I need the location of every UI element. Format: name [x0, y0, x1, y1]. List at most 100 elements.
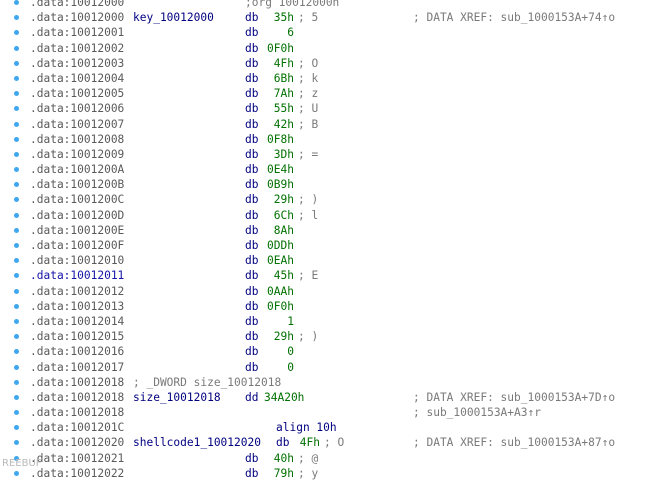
address[interactable]: .data:10012014	[30, 314, 124, 329]
address[interactable]: .data:10012018	[30, 405, 124, 420]
breakpoint-dot-icon[interactable]	[14, 334, 19, 340]
address[interactable]: .data:1001201C	[30, 420, 124, 435]
breakpoint-dot-icon[interactable]	[14, 258, 19, 264]
operand[interactable]: 0EAh	[267, 253, 294, 268]
listing-line[interactable]: .data:10012011 db 45h ; E	[0, 268, 661, 283]
listing-line[interactable]: .data:10012014 db 1	[0, 314, 661, 329]
address[interactable]: .data:10012002	[30, 41, 124, 56]
listing-line[interactable]: .data:10012003 db 4Fh ; O	[0, 56, 661, 71]
listing-line[interactable]: .data:10012020 shellcode1_10012020 db 4Fh ; …	[0, 435, 661, 450]
listing-line[interactable]: .data:10012009 db 3Dh ; =	[0, 147, 661, 162]
listing-line[interactable]: .data:1001200D db 6Ch ; l	[0, 208, 661, 223]
data-label[interactable]: size_10012018	[133, 390, 221, 405]
listing-line[interactable]: .data:1001200B db 0B9h	[0, 177, 661, 192]
breakpoint-dot-icon[interactable]	[14, 470, 19, 476]
breakpoint-dot-icon[interactable]	[14, 410, 19, 416]
listing-line[interactable]: .data:10012015 db 29h ; )	[0, 329, 661, 344]
operand[interactable]: 55h	[274, 101, 294, 116]
breakpoint-dot-icon[interactable]	[14, 243, 19, 248]
address[interactable]: .data:10012012	[30, 284, 124, 299]
data-label[interactable]: key_10012000	[133, 10, 214, 25]
breakpoint-dot-icon[interactable]	[14, 75, 19, 81]
listing-line[interactable]: .data:10012013 db 0F0h	[0, 299, 661, 314]
address[interactable]: .data:10012004	[30, 71, 124, 86]
breakpoint-dot-icon[interactable]	[14, 91, 19, 97]
operand[interactable]: 0B9h	[267, 177, 294, 192]
listing-line[interactable]: .data:10012000 key_10012000 db 35h ; 5 ; DATA…	[0, 10, 661, 25]
operand[interactable]: 35h	[274, 10, 294, 25]
address[interactable]: .data:10012015	[30, 329, 124, 344]
operand[interactable]: 0F0h	[267, 41, 294, 56]
address[interactable]: .data:10012011	[30, 268, 124, 283]
breakpoint-dot-icon[interactable]	[14, 425, 19, 431]
address[interactable]: .data:1001200D	[30, 208, 124, 223]
address[interactable]: .data:10012000	[30, 10, 124, 25]
address[interactable]: .data:10012008	[30, 132, 124, 147]
address[interactable]: .data:1001200A	[30, 162, 124, 177]
operand[interactable]: 0E4h	[267, 162, 294, 177]
listing-line[interactable]: .data:1001200A db 0E4h	[0, 162, 661, 177]
operand[interactable]: 40h	[274, 451, 294, 466]
address[interactable]: .data:10012017	[30, 360, 124, 375]
operand[interactable]: 6Bh	[274, 71, 294, 86]
breakpoint-dot-icon[interactable]	[14, 379, 19, 385]
operand[interactable]: 8Ah	[274, 223, 294, 238]
operand[interactable]: 0F8h	[267, 132, 294, 147]
listing-line[interactable]: .data:10012018 size_10012018 dd 34A20h ; DAT…	[0, 390, 661, 405]
listing-line[interactable]: .data:10012002 db 0F0h	[0, 41, 661, 56]
listing-line[interactable]: .data:10012012 db 0AAh	[0, 284, 661, 299]
address[interactable]: .data:1001200E	[30, 223, 124, 238]
listing-line[interactable]: .data:10012017 db 0	[0, 360, 661, 375]
address[interactable]: .data:10012005	[30, 86, 124, 101]
breakpoint-dot-icon[interactable]	[14, 303, 19, 309]
address[interactable]: .data:10012018	[30, 375, 124, 390]
listing-line[interactable]: .data:10012007 db 42h ; B	[0, 117, 661, 132]
listing-line[interactable]: .data:1001200E db 8Ah	[0, 223, 661, 238]
operand[interactable]: 79h	[274, 466, 294, 481]
listing-line[interactable]: .data:10012001 db 6	[0, 25, 661, 40]
xref-comment[interactable]: ; DATA XREF: sub_1000153A+87↑o	[413, 435, 615, 450]
operand[interactable]: 0AAh	[267, 284, 294, 299]
breakpoint-dot-icon[interactable]	[14, 60, 19, 66]
operand[interactable]: 29h	[274, 192, 294, 207]
address[interactable]: .data:10012003	[30, 56, 124, 71]
breakpoint-dot-icon[interactable]	[14, 167, 19, 173]
xref-comment[interactable]: ; sub_1000153A+A3↑r	[413, 405, 541, 420]
breakpoint-dot-icon[interactable]	[14, 273, 19, 279]
breakpoint-dot-icon[interactable]	[14, 212, 19, 218]
operand[interactable]: 4Fh	[274, 56, 294, 71]
address[interactable]: .data:1001200C	[30, 192, 124, 207]
address[interactable]: .data:10012021	[30, 451, 124, 466]
breakpoint-dot-icon[interactable]	[14, 15, 19, 21]
listing-line[interactable]: .data:1001200C db 29h ; )	[0, 192, 661, 207]
listing-line[interactable]: .data:10012005 db 7Ah ; z	[0, 86, 661, 101]
breakpoint-dot-icon[interactable]	[14, 182, 19, 188]
breakpoint-dot-icon[interactable]	[14, 151, 19, 157]
xref-comment[interactable]: ; DATA XREF: sub_1000153A+7D↑o	[413, 390, 615, 405]
address[interactable]: .data:1001200F	[30, 238, 124, 253]
address[interactable]: .data:10012010	[30, 253, 124, 268]
data-label[interactable]: shellcode1_10012020	[133, 435, 261, 450]
operand[interactable]: 1	[287, 314, 294, 329]
listing-line[interactable]: .data:10012018 ; sub_1000153A+A3↑r	[0, 405, 661, 420]
breakpoint-dot-icon[interactable]	[14, 106, 19, 112]
operand[interactable]: 0DDh	[267, 238, 294, 253]
address[interactable]: .data:10012016	[30, 344, 124, 359]
address[interactable]: .data:10012018	[30, 390, 124, 405]
operand[interactable]: 29h	[274, 329, 294, 344]
operand[interactable]: 6Ch	[274, 208, 294, 223]
address[interactable]: .data:10012006	[30, 101, 124, 116]
breakpoint-dot-icon[interactable]	[14, 30, 19, 36]
address[interactable]: .data:10012022	[30, 466, 124, 481]
listing-line[interactable]: .data:10012004 db 6Bh ; k	[0, 71, 661, 86]
breakpoint-dot-icon[interactable]	[14, 349, 19, 355]
listing-line[interactable]: .data:10012022 db 79h ; y	[0, 466, 661, 481]
operand[interactable]: 0	[287, 344, 294, 359]
address[interactable]: .data:10012001	[30, 25, 124, 40]
breakpoint-dot-icon[interactable]	[14, 45, 19, 51]
breakpoint-dot-icon[interactable]	[14, 197, 19, 203]
breakpoint-dot-icon[interactable]	[14, 288, 19, 294]
operand[interactable]: 34A20h	[264, 390, 304, 405]
listing-line[interactable]: .data:10012010 db 0EAh	[0, 253, 661, 268]
listing-line[interactable]: .data:1001201C align 10h	[0, 420, 661, 435]
